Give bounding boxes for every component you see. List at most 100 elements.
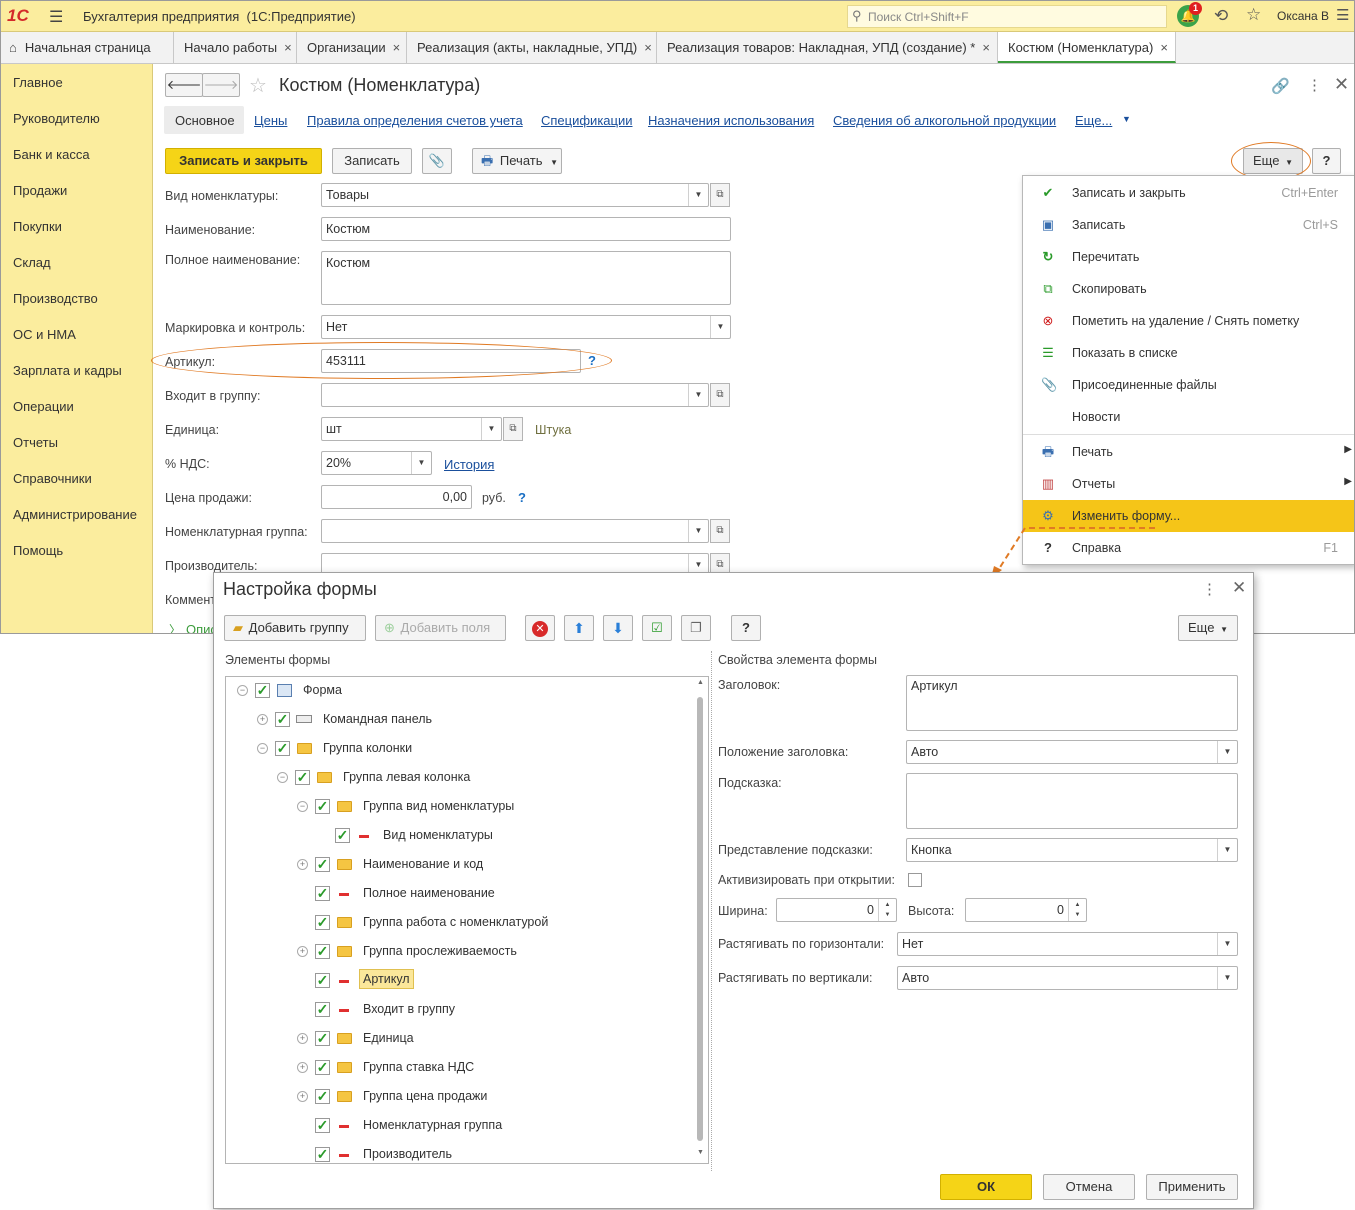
sidebar-item-purchases[interactable]: Покупки — [13, 219, 62, 234]
chevron-down-icon[interactable]: ▼ — [1217, 741, 1237, 763]
sidebar-item-main[interactable]: Главное — [13, 75, 63, 90]
apply-button[interactable]: Применить — [1146, 1174, 1238, 1200]
checkbox[interactable]: ✓ — [315, 1031, 330, 1046]
sidebar-item-bank[interactable]: Банк и касса — [13, 147, 90, 162]
nomgroup-field[interactable]: ▼ — [321, 519, 709, 543]
tree-row[interactable]: − ✓ Форма — [226, 677, 696, 706]
tree-row[interactable]: − ✓ Группа левая колонка — [226, 764, 696, 793]
tree-row[interactable]: ✓ Вид номенклатуры — [226, 822, 696, 851]
tree-row[interactable]: ✓ Производитель — [226, 1141, 696, 1163]
attach-button[interactable]: 📎 — [422, 148, 452, 174]
menu-item-reread[interactable]: ↻ Перечитать — [1023, 241, 1354, 273]
back-button[interactable]: 🡐 — [165, 73, 203, 97]
tree-row[interactable]: + ✓ Единица — [226, 1025, 696, 1054]
expand-icon[interactable]: + — [297, 859, 308, 870]
delete-button[interactable]: ✕ — [525, 615, 555, 641]
tree-scrollbar[interactable]: ▲ ▼ — [694, 677, 708, 1163]
prop-title-pos-field[interactable]: Авто ▼ — [906, 740, 1238, 764]
prop-hint-field[interactable] — [906, 773, 1238, 829]
checkbox[interactable]: ✓ — [255, 683, 270, 698]
collapse-icon[interactable]: − — [297, 801, 308, 812]
tree-row[interactable]: − ✓ Группа колонки — [226, 735, 696, 764]
chevron-down-icon[interactable]: ▼ — [1217, 839, 1237, 861]
chevron-down-icon[interactable]: ▼ — [1122, 114, 1131, 124]
expand-icon[interactable]: + — [297, 946, 308, 957]
prop-title-field[interactable]: Артикул — [906, 675, 1238, 731]
menu-item-print[interactable]: 🖶 Печать ▶ — [1023, 436, 1354, 468]
chevron-down-icon[interactable]: ▼ — [1217, 933, 1237, 955]
prop-hstretch-field[interactable]: Нет ▼ — [897, 932, 1238, 956]
user-name[interactable]: Оксана В — [1277, 9, 1329, 23]
nav-more[interactable]: Еще... — [1075, 113, 1112, 128]
form-elements-tree[interactable]: − ✓ Форма + ✓ Командная панель − ✓ Групп… — [225, 676, 709, 1164]
app-logo[interactable]: 1С — [7, 6, 29, 26]
help-button[interactable]: ? — [1312, 148, 1341, 174]
scroll-up-icon[interactable]: ▲ — [697, 679, 704, 686]
sidebar-item-reports[interactable]: Отчеты — [13, 435, 58, 450]
open-icon[interactable]: ⧉ — [710, 383, 730, 407]
tree-row[interactable]: + ✓ Группа цена продажи — [226, 1083, 696, 1112]
sidebar-item-help[interactable]: Помощь — [13, 543, 63, 558]
history-icon[interactable]: ⟲ — [1214, 6, 1228, 26]
nav-alcohol[interactable]: Сведения об алкогольной продукции — [833, 113, 1056, 128]
vid-field[interactable]: Товары ▼ — [321, 183, 709, 207]
link-icon[interactable]: 🔗 — [1271, 77, 1290, 95]
tab-sales-create[interactable]: Реализация товаров: Накладная, УПД (созд… — [657, 32, 998, 63]
chevron-down-icon[interactable]: ▼ — [688, 520, 708, 542]
save-close-button[interactable]: Записать и закрыть — [165, 148, 322, 174]
nav-prices[interactable]: Цены — [254, 113, 287, 128]
expand-icon[interactable]: + — [257, 714, 268, 725]
checkbox[interactable]: ✓ — [315, 1147, 330, 1162]
move-down-button[interactable]: ⬇ — [603, 615, 633, 641]
chevron-down-icon[interactable]: ▼ — [688, 384, 708, 406]
prop-width-field[interactable]: 0 ▲ ▼ — [776, 898, 897, 922]
checkbox[interactable]: ✓ — [315, 1060, 330, 1075]
collapse-icon[interactable]: − — [257, 743, 268, 754]
more-vertical-icon[interactable]: ⋮ — [1202, 580, 1217, 598]
nds-field[interactable]: 20% ▼ — [321, 451, 432, 475]
price-help-icon[interactable]: ? — [518, 490, 526, 505]
sidebar-item-manager[interactable]: Руководителю — [13, 111, 100, 126]
check-all-button[interactable]: ☑ — [642, 615, 672, 641]
dialog-help-button[interactable]: ? — [731, 615, 761, 641]
forward-button[interactable]: 🡒 — [202, 73, 240, 97]
checkbox[interactable]: ✓ — [315, 857, 330, 872]
nav-account-rules[interactable]: Правила определения счетов учета — [307, 113, 523, 128]
expand-icon[interactable]: + — [297, 1062, 308, 1073]
settings-menu-icon[interactable]: ☰ — [1336, 6, 1349, 24]
open-icon[interactable]: ⧉ — [710, 519, 730, 543]
search-input[interactable]: Поиск Ctrl+Shift+F — [868, 10, 969, 24]
chevron-down-icon[interactable]: ▼ — [710, 316, 730, 338]
checkbox[interactable]: ✓ — [315, 1002, 330, 1017]
price-field[interactable]: 0,00 — [321, 485, 472, 509]
sidebar-item-assets[interactable]: ОС и НМА — [13, 327, 76, 342]
tree-row[interactable]: − ✓ Группа вид номенклатуры — [226, 793, 696, 822]
prop-activate-checkbox[interactable] — [908, 873, 922, 887]
close-dialog-icon[interactable]: ✕ — [1232, 578, 1246, 598]
dialog-more-button[interactable]: Еще ▼ — [1178, 615, 1238, 641]
tree-row[interactable]: ✓ Входит в группу — [226, 996, 696, 1025]
tab-organizations[interactable]: Организации × — [297, 32, 407, 63]
tab-costume[interactable]: Костюм (Номенклатура) × — [998, 32, 1176, 63]
uncheck-all-button[interactable]: ❐ — [681, 615, 711, 641]
print-button[interactable]: 🖶 Печать ▼ — [472, 148, 562, 174]
menu-item-news[interactable]: Новости — [1023, 401, 1354, 433]
checkbox[interactable]: ✓ — [315, 915, 330, 930]
tab-sales-list[interactable]: Реализация (акты, накладные, УПД) × — [407, 32, 657, 63]
tree-row[interactable]: + ✓ Наименование и код — [226, 851, 696, 880]
menu-item-attached-files[interactable]: 📎 Присоединенные файлы — [1023, 369, 1354, 401]
name-field[interactable]: Костюм — [321, 217, 731, 241]
expand-chevron-icon[interactable]: 〉 — [169, 621, 181, 633]
close-icon[interactable]: × — [1160, 40, 1168, 55]
tree-row[interactable]: ✓ Номенклатурная группа — [226, 1112, 696, 1141]
prop-vstretch-field[interactable]: Авто ▼ — [897, 966, 1238, 990]
scroll-thumb[interactable] — [697, 697, 703, 1141]
close-icon[interactable]: × — [393, 40, 401, 55]
menu-item-mark-delete[interactable]: ⊗ Пометить на удаление / Снять пометку — [1023, 305, 1354, 337]
prop-hint-view-field[interactable]: Кнопка ▼ — [906, 838, 1238, 862]
ok-button[interactable]: ОК — [940, 1174, 1032, 1200]
menu-item-save-close[interactable]: ✔ Записать и закрыть Ctrl+Enter — [1023, 177, 1354, 209]
chevron-down-icon[interactable]: ▼ — [481, 418, 501, 440]
more-vertical-icon[interactable]: ⋮ — [1307, 76, 1322, 94]
collapse-icon[interactable]: − — [237, 685, 248, 696]
